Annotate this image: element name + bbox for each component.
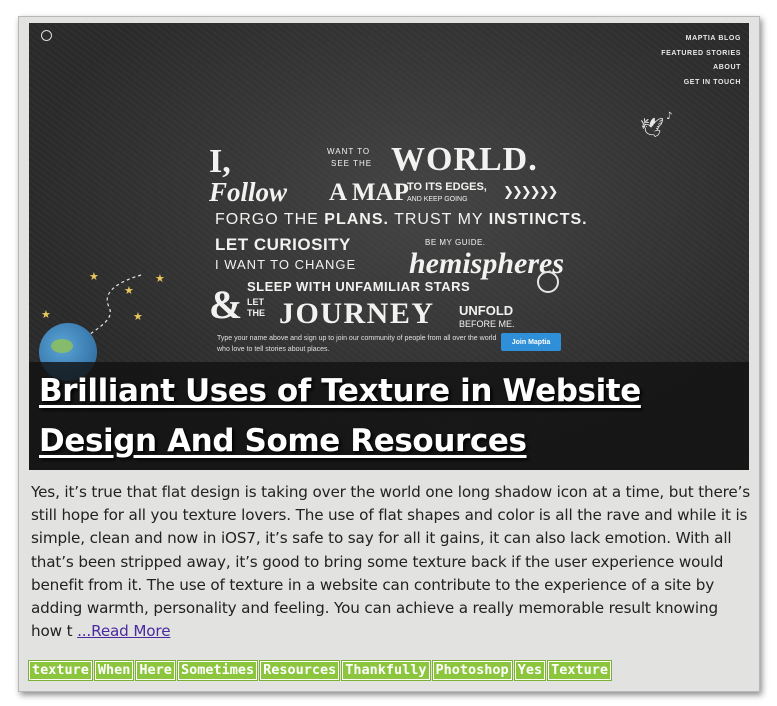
lettering-a-map: A MAP [329,179,409,206]
music-note-icon: ♪ [666,111,673,122]
join-maptia-button[interactable]: Join Maptia [501,333,561,351]
lettering-i: I, [209,143,231,180]
lettering-be-my-guide: BE MY GUIDE. [425,238,486,247]
nav-get-in-touch: GET IN TOUCH [683,78,741,86]
tag-yes[interactable]: Yes [513,660,547,681]
lettering-forgo-line: FORGO THE PLANS. TRUST MY INSTINCTS. [215,211,588,229]
lettering-world: WORLD. [391,141,538,178]
lettering-see-the: SEE THE [331,159,373,168]
tag-list: texture When Here Sometimes Resources Th… [28,660,612,681]
post-title-link[interactable]: Brilliant Uses of Texture in Website Des… [39,366,739,466]
lettering-before-me: BEFORE ME. [459,319,515,329]
signup-text: Type your name above and sign up to join… [217,335,497,353]
tag-resources[interactable]: Resources [259,660,341,681]
tag-photoshop[interactable]: Photoshop [431,660,513,681]
star-icon: ★ [155,272,165,285]
tag-thankfully[interactable]: Thankfully [341,660,431,681]
lettering-follow: Follow [209,177,288,207]
star-icon: ★ [124,284,134,297]
bird-icon: 🕊 [640,117,665,139]
lettering-keep-going: AND KEEP GOING [407,196,468,203]
planet-land [51,339,73,353]
maptia-logo-icon [41,30,52,41]
hand-lettering: I, WANT TO SEE THE WORLD. Follow A MAP T… [209,141,589,330]
post-card: MAPTIA BLOG FEATURED STORIES ABOUT GET I… [18,16,760,692]
lettering-i-want-to-change: I WANT TO CHANGE [215,257,357,272]
lettering-sleep: SLEEP WITH UNFAMILIAR STARS [247,279,471,294]
lettering-plans: PLANS. [324,211,389,228]
tag-texture[interactable]: texture [28,660,93,681]
nav-about: ABOUT [713,64,741,71]
lettering-unfold: UNFOLD [459,303,514,318]
lettering-let-curiosity: LET CURIOSITY [215,235,351,254]
star-icon: ★ [41,308,51,321]
star-icon: ★ [89,270,99,283]
chevron-arrow-icon: ❯❯❯❯❯❯ [503,185,558,200]
lettering-the: THE [247,308,265,318]
nav-featured-stories: FEATURED STORIES [661,49,741,57]
globe-icon [537,271,559,293]
tag-texture-capital[interactable]: Texture [547,660,612,681]
lettering-instincts: INSTINCTS. [488,211,588,228]
tag-sometimes[interactable]: Sometimes [176,660,259,681]
lettering-to-its-edges: TO ITS EDGES, [407,181,487,193]
lettering-journey: JOURNEY [279,297,435,330]
star-icon: ★ [133,310,143,323]
lettering-forgo: FORGO THE [215,211,325,228]
post-excerpt: Yes, it’s true that flat design is takin… [31,481,753,643]
lettering-let: LET [247,297,264,307]
nav-maptia-blog: MAPTIA BLOG [685,35,741,42]
excerpt-text: Yes, it’s true that flat design is takin… [31,483,751,641]
post-thumbnail[interactable]: MAPTIA BLOG FEATURED STORIES ABOUT GET I… [29,23,749,470]
lettering-ampersand: & [209,282,243,327]
read-more-link[interactable]: ...Read More [77,622,170,640]
tag-when[interactable]: When [93,660,135,681]
lettering-want-to: WANT TO [327,147,371,156]
thumbnail-nav: MAPTIA BLOG FEATURED STORIES ABOUT GET I… [661,32,741,90]
tag-here[interactable]: Here [135,660,176,681]
lettering-trust: TRUST MY [388,211,489,228]
